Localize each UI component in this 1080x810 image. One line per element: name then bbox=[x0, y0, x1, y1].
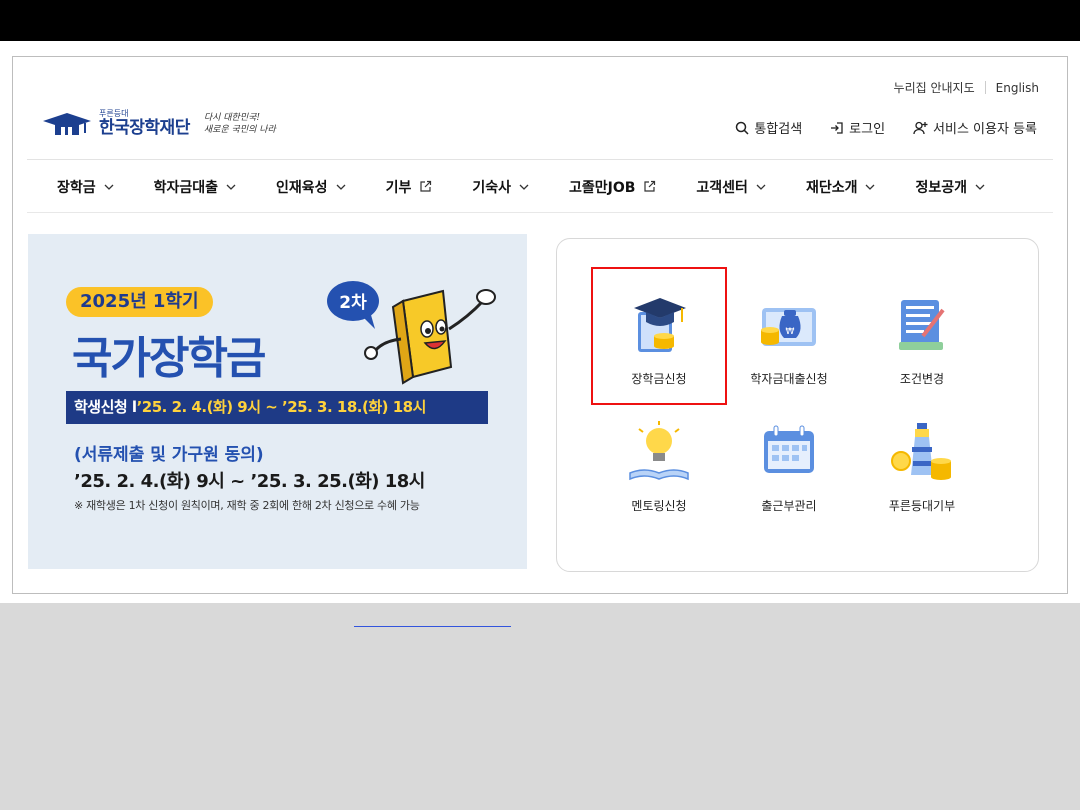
nav-label: 장학금 bbox=[57, 179, 96, 196]
badge-second-round: 2차 bbox=[339, 293, 367, 313]
nav-label: 기부 bbox=[385, 179, 412, 196]
highlight-selection-box bbox=[591, 267, 727, 405]
service-label: 조건변경 bbox=[899, 372, 945, 386]
chevron-down-icon bbox=[336, 184, 346, 190]
search-icon bbox=[736, 121, 749, 135]
lighthouse-icon bbox=[891, 423, 951, 480]
english-link[interactable]: English bbox=[996, 81, 1039, 95]
login-icon bbox=[831, 121, 843, 134]
service-condition-change[interactable]: 조건변경 bbox=[857, 290, 987, 387]
login-label: 로그인 bbox=[849, 122, 886, 137]
user-register-button[interactable]: 서비스 이용자 등록 bbox=[913, 118, 1037, 137]
banner-apply-bar: 학생신청 l’25. 2. 4.(화) 9시 ~ ’25. 3. 18.(화) … bbox=[66, 391, 488, 424]
site-page: 누리집 안내지도 English 푸른등대 한국장학재단 다시 대한민국! 새로… bbox=[12, 56, 1068, 594]
logo-slogan: 다시 대한민국! 새로운 국민의 나라 bbox=[204, 112, 276, 136]
nav-disclosure[interactable]: 정보공개 bbox=[915, 177, 985, 197]
chevron-down-icon bbox=[519, 184, 529, 190]
chevron-down-icon bbox=[866, 184, 875, 190]
service-loan-apply[interactable]: ₩ 학자금대출신청 bbox=[724, 290, 854, 387]
money-bag-icon: ₩ bbox=[761, 308, 816, 346]
document-edit-icon bbox=[899, 300, 945, 350]
top-black-bar bbox=[0, 0, 1080, 41]
nav-label: 기숙사 bbox=[472, 179, 511, 196]
chevron-down-icon bbox=[226, 184, 236, 190]
underline-link-stub[interactable] bbox=[354, 626, 511, 627]
nav-student-loan[interactable]: 학자금대출 bbox=[154, 177, 236, 197]
mascot-character-icon: 2차 bbox=[327, 281, 496, 385]
search-button[interactable]: 통합검색 bbox=[735, 118, 802, 137]
svg-text:₩: ₩ bbox=[786, 327, 795, 337]
banner-note: ※ 재학생은 1차 신청이 원칙이며, 재학 중 2회에 한해 2차 신청으로 … bbox=[74, 499, 420, 512]
main-navigation: 장학금 학자금대출 인재육성 기부 기숙사 고졸만JOB 고객센터 재단소개 정… bbox=[27, 160, 1053, 213]
nav-divider bbox=[27, 212, 1053, 213]
nav-dormitory[interactable]: 기숙사 bbox=[472, 177, 529, 197]
nav-donation[interactable]: 기부 bbox=[386, 177, 433, 197]
apply-label: 학생신청 l bbox=[74, 398, 137, 416]
mortarboard-logo-icon bbox=[43, 112, 91, 135]
nav-scholarship[interactable]: 장학금 bbox=[57, 177, 114, 197]
nav-label: 고졸만JOB bbox=[568, 179, 636, 196]
nav-label: 고객센터 bbox=[696, 179, 748, 196]
service-mentoring-apply[interactable]: 멘토링신청 bbox=[594, 417, 724, 514]
utility-links: 누리집 안내지도 English bbox=[894, 79, 1039, 96]
service-donation[interactable]: 푸른등대기부 bbox=[857, 417, 987, 514]
service-label: 출근부관리 bbox=[761, 499, 817, 513]
main-banner[interactable]: 2025년 1학기 국가장학금 2차 학생신청 l’25. 2. 4.(화) 9… bbox=[28, 234, 527, 569]
nav-customer-center[interactable]: 고객센터 bbox=[696, 177, 766, 197]
apply-period: ’25. 2. 4.(화) 9시 ~ ’25. 3. 18.(화) 18시 bbox=[136, 398, 427, 416]
external-link-icon bbox=[420, 180, 432, 192]
slogan-line-1: 다시 대한민국! bbox=[203, 112, 261, 123]
lightbulb-icon bbox=[629, 421, 689, 481]
calendar-icon bbox=[764, 425, 814, 473]
external-link-icon bbox=[644, 180, 656, 192]
banner-semester-pill: 2025년 1학기 bbox=[66, 287, 213, 317]
util-divider bbox=[984, 81, 986, 94]
service-label: 푸른등대기부 bbox=[888, 499, 956, 513]
site-guide-link[interactable]: 누리집 안내지도 bbox=[894, 79, 975, 96]
nav-about[interactable]: 재단소개 bbox=[806, 177, 876, 197]
user-add-icon bbox=[913, 121, 928, 134]
page-frame: 누리집 안내지도 English 푸른등대 한국장학재단 다시 대한민국! 새로… bbox=[0, 41, 1080, 603]
logo-subtext: 푸른등대 bbox=[99, 109, 129, 118]
logo-name: 한국장학재단 bbox=[99, 118, 190, 138]
banner-document-period: ’25. 2. 4.(화) 9시 ~ ’25. 3. 25.(화) 18시 bbox=[74, 471, 425, 492]
nav-label: 재단소개 bbox=[805, 179, 858, 196]
chevron-down-icon bbox=[104, 184, 114, 190]
nav-talent[interactable]: 인재육성 bbox=[276, 177, 346, 197]
header-menu: 통합검색 로그인 서비스 이용자 등록 bbox=[707, 118, 1037, 137]
nav-job[interactable]: 고졸만JOB bbox=[569, 177, 656, 197]
nav-label: 정보공개 bbox=[915, 179, 967, 196]
search-label: 통합검색 bbox=[754, 122, 803, 137]
chevron-down-icon bbox=[756, 184, 766, 190]
user-register-label: 서비스 이용자 등록 bbox=[933, 122, 1037, 137]
service-label: 학자금대출신청 bbox=[750, 372, 828, 386]
slogan-line-2: 새로운 국민의 나라 bbox=[203, 124, 276, 135]
login-button[interactable]: 로그인 bbox=[830, 118, 885, 137]
service-label: 멘토링신청 bbox=[631, 499, 687, 513]
banner-document-heading: (서류제출 및 가구원 동의) bbox=[74, 445, 264, 465]
nav-label: 인재육성 bbox=[276, 179, 328, 196]
service-attendance-manage[interactable]: 출근부관리 bbox=[724, 417, 854, 514]
banner-title: 국가장학금 bbox=[72, 333, 266, 384]
nav-label: 학자금대출 bbox=[153, 179, 219, 196]
site-logo[interactable]: 푸른등대 한국장학재단 다시 대한민국! 새로운 국민의 나라 bbox=[41, 109, 276, 138]
chevron-down-icon bbox=[975, 184, 985, 190]
